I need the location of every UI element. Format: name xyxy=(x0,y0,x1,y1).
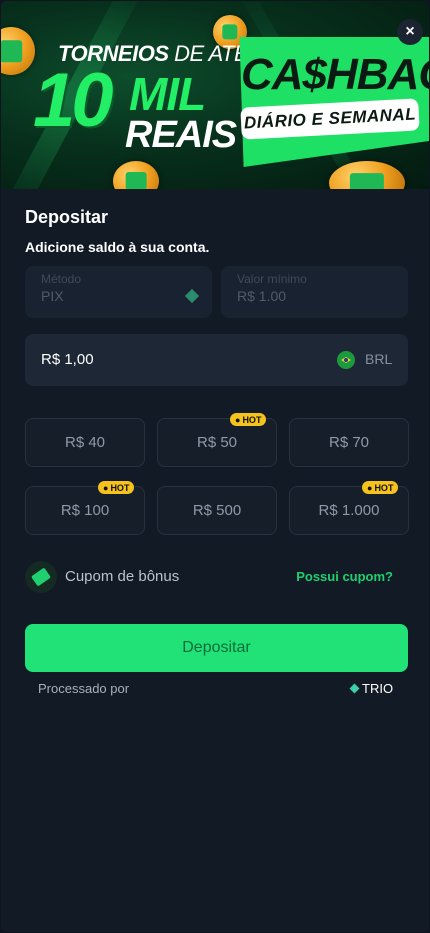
close-icon: × xyxy=(405,23,415,40)
ticket-icon xyxy=(25,561,57,593)
pix-icon xyxy=(184,288,200,304)
hot-badge: ● HOT xyxy=(362,481,399,494)
page-subtitle: Adicione saldo à sua conta. xyxy=(25,239,210,255)
preset-amount-label: R$ 1.000 xyxy=(318,502,380,519)
coin-icon xyxy=(113,161,159,189)
page-title: Depositar xyxy=(25,207,109,227)
banner-mil: MIL xyxy=(129,68,206,120)
preset-amount-label: R$ 500 xyxy=(192,502,242,519)
hot-badge: ● HOT xyxy=(98,481,135,494)
amount-value: R$ 1,00 xyxy=(41,351,94,368)
preset-amount-1000[interactable]: ● HOT R$ 1.000 xyxy=(289,481,409,535)
deposit-button[interactable]: Depositar xyxy=(25,624,408,672)
provider-logo: TRIO xyxy=(349,681,394,696)
brazil-flag-icon xyxy=(337,351,355,369)
currency-code: BRL xyxy=(365,351,393,367)
banner-frequency: DIÁRIO E SEMANAL xyxy=(243,104,417,133)
preset-amount-500[interactable]: R$ 500 xyxy=(157,486,277,535)
min-value-value: R$ 1.00 xyxy=(237,288,287,304)
method-field[interactable]: Método PIX xyxy=(25,266,212,318)
min-value-field: Valor mínimo R$ 1.00 xyxy=(221,266,408,318)
preset-amount-label: R$ 40 xyxy=(64,434,106,451)
banner-ten: 10 xyxy=(33,58,114,143)
coupon-label: Cupom de bônus xyxy=(65,568,180,585)
fire-icon: ● xyxy=(235,414,241,425)
close-button[interactable]: × xyxy=(397,19,423,45)
method-value: PIX xyxy=(41,288,64,304)
deposit-modal: TORNEIOS DE ATÉ 10 MIL REAIS CA$HBACK DI… xyxy=(1,1,429,932)
trio-icon xyxy=(349,683,360,694)
method-label: Método xyxy=(41,272,82,286)
hot-badge: ● HOT xyxy=(230,413,267,426)
preset-amount-100[interactable]: ● HOT R$ 100 xyxy=(25,481,145,535)
preset-amount-label: R$ 50 xyxy=(196,434,238,451)
coin-icon xyxy=(1,27,35,75)
preset-amount-70[interactable]: R$ 70 xyxy=(289,418,409,467)
banner-reais: REAIS xyxy=(125,114,237,156)
fire-icon: ● xyxy=(103,482,109,493)
have-coupon-link[interactable]: Possui cupom? xyxy=(296,569,393,584)
min-value-label: Valor mínimo xyxy=(237,272,307,286)
preset-amount-40[interactable]: R$ 40 xyxy=(25,418,145,467)
promo-banner: TORNEIOS DE ATÉ 10 MIL REAIS CA$HBACK DI… xyxy=(1,1,429,189)
amount-input[interactable]: R$ 1,00 BRL xyxy=(25,334,408,386)
provider-name: TRIO xyxy=(362,681,394,696)
preset-amount-label: R$ 100 xyxy=(60,502,110,519)
preset-amount-label: R$ 70 xyxy=(328,434,370,451)
banner-cashback: CA$HBACK xyxy=(241,50,429,99)
preset-amount-50[interactable]: ● HOT R$ 50 xyxy=(157,413,277,467)
fire-icon: ● xyxy=(367,482,373,493)
processed-by-label: Processado por xyxy=(38,681,130,696)
